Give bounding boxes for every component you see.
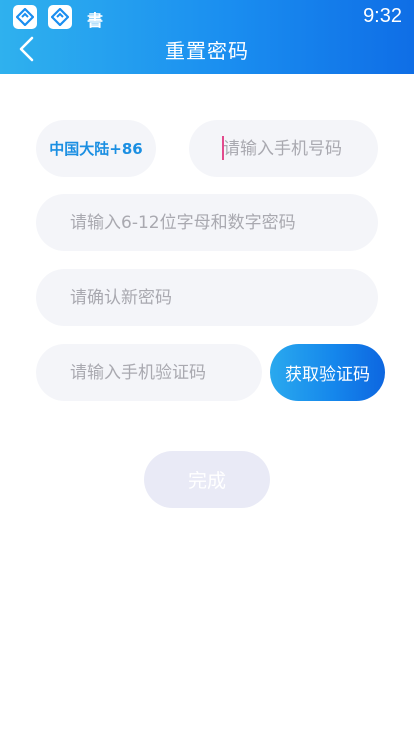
submit-button[interactable]: 完成 (144, 451, 270, 508)
code-field-wrapper (36, 344, 262, 401)
password-field-wrapper (36, 194, 378, 251)
confirm-password-input[interactable] (36, 269, 378, 326)
phone-input[interactable] (189, 120, 378, 177)
status-clock: 9:32 (363, 5, 402, 27)
header-bar: 書 9:32 重置密码 (0, 0, 414, 74)
new-password-input[interactable] (36, 194, 378, 251)
confirm-field-wrapper (36, 269, 378, 326)
phone-field-wrapper (189, 120, 378, 177)
verification-code-input[interactable] (36, 344, 262, 401)
app-logo-icon (13, 5, 37, 29)
status-bar: 書 9:32 (0, 0, 414, 34)
page-title: 重置密码 (165, 39, 249, 63)
region-code-selector[interactable]: 中国大陆+86 (36, 120, 156, 177)
text-caret (222, 136, 224, 160)
app-logo-icon (48, 5, 72, 29)
get-code-button[interactable]: 获取验证码 (270, 344, 385, 401)
status-notification-glyph: 書 (87, 11, 104, 30)
